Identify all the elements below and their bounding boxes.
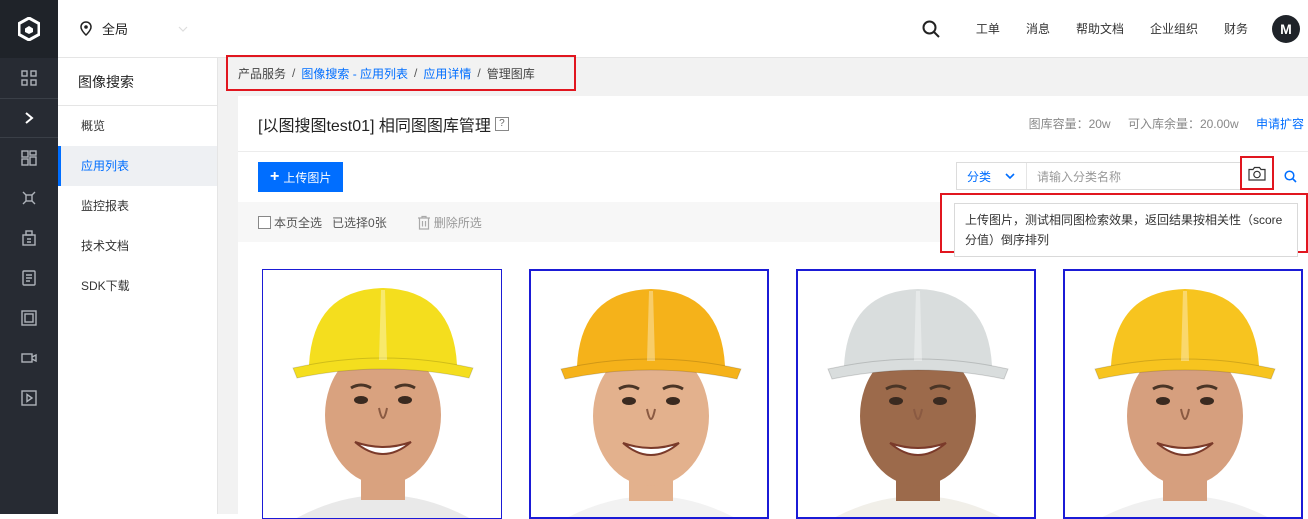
content-gutter — [218, 58, 238, 514]
sidebar-item-tech-docs[interactable]: 技术文档 — [58, 226, 217, 266]
category-select[interactable]: 分类 — [957, 163, 1027, 189]
nav-help-docs[interactable]: 帮助文档 — [1076, 20, 1124, 37]
nav-ticket[interactable]: 工单 — [976, 20, 1000, 37]
grid-icon[interactable] — [0, 58, 58, 98]
sidebar-item-app-list[interactable]: 应用列表 — [58, 146, 217, 186]
breadcrumb-separator: / — [477, 66, 480, 80]
building-icon[interactable] — [0, 218, 58, 258]
region-label: 全局 — [102, 19, 128, 38]
delete-selected-label: 删除所选 — [434, 214, 482, 231]
chevron-down-icon — [178, 26, 188, 32]
page-title: [以图搜图test01] 相同图图库管理 — [258, 112, 491, 136]
category-label: 分类 — [967, 168, 991, 185]
breadcrumb-separator: / — [292, 66, 295, 80]
camera-icon — [1248, 166, 1266, 181]
trash-icon — [417, 215, 431, 230]
tooltip-text: 上传图片，测试相同图检索效果，返回结果按相关性（score分值）倒序排列 — [954, 203, 1298, 257]
breadcrumb-separator: / — [414, 66, 417, 80]
breadcrumb-app-detail[interactable]: 应用详情 — [423, 65, 471, 82]
worker-photo — [531, 271, 769, 519]
sidebar-item-sdk-download[interactable]: SDK下载 — [58, 266, 217, 306]
category-filter: 分类 请输入分类名称 — [956, 162, 1246, 190]
upload-label: 上传图片 — [283, 169, 331, 186]
select-page-label[interactable]: 本页全选 — [274, 214, 322, 231]
location-pin-icon — [80, 21, 92, 36]
breadcrumb-current: 管理图库 — [487, 65, 535, 82]
chevron-down-icon — [1005, 173, 1015, 179]
search-icon[interactable] — [922, 20, 940, 38]
upload-image-button[interactable]: + 上传图片 — [258, 162, 343, 192]
frame-icon[interactable] — [0, 298, 58, 338]
breadcrumb: 产品服务 / 图像搜索 - 应用列表 / 应用详情 / 管理图库 — [226, 55, 576, 91]
network-icon[interactable] — [0, 178, 58, 218]
region-selector[interactable]: 全局 — [58, 19, 218, 38]
plus-icon: + — [270, 169, 279, 185]
dashboard-icon[interactable] — [0, 138, 58, 178]
sidebar-item-monitoring[interactable]: 监控报表 — [58, 186, 217, 226]
image-search-button[interactable] — [1240, 156, 1274, 190]
logo-icon[interactable] — [0, 0, 58, 58]
gallery-image-card[interactable] — [796, 269, 1036, 519]
delete-selected-button[interactable]: 删除所选 — [417, 214, 482, 231]
worker-photo — [263, 270, 502, 519]
expand-chevron-icon[interactable] — [0, 98, 58, 138]
expand-capacity-link[interactable]: 申请扩容 — [1256, 117, 1304, 131]
gallery-image-card[interactable] — [1063, 269, 1303, 519]
worker-photo — [798, 271, 1036, 519]
gallery-image-card[interactable] — [529, 269, 769, 519]
worker-photo — [1065, 271, 1303, 519]
image-search-tooltip: 上传图片，测试相同图检索效果，返回结果按相关性（score分值）倒序排列 — [940, 193, 1308, 253]
sidebar-title: 图像搜索 — [58, 58, 217, 106]
nav-finance[interactable]: 财务 — [1224, 20, 1248, 37]
search-icon — [1284, 170, 1297, 183]
play-icon[interactable] — [0, 378, 58, 418]
remaining-label: 可入库余量：20.00w — [1128, 117, 1239, 131]
nav-messages[interactable]: 消息 — [1026, 20, 1050, 37]
selected-count: 已选择0张 — [332, 214, 387, 231]
page-header: [以图搜图test01] 相同图图库管理 ? 图库容量：20w 可入库余量：20… — [238, 96, 1308, 152]
video-icon[interactable] — [0, 338, 58, 378]
breadcrumb-product-services[interactable]: 产品服务 — [238, 65, 286, 82]
product-sidebar: 图像搜索 概览 应用列表 监控报表 技术文档 SDK下载 — [58, 58, 218, 514]
breadcrumb-app-list[interactable]: 图像搜索 - 应用列表 — [301, 65, 408, 82]
icon-rail — [0, 0, 58, 514]
quota-info: 图库容量：20w 可入库余量：20.00w 申请扩容 — [1015, 115, 1304, 132]
capacity-label: 图库容量：20w — [1029, 117, 1111, 131]
nav-organization[interactable]: 企业组织 — [1150, 20, 1198, 37]
select-page-checkbox[interactable] — [258, 216, 271, 229]
avatar[interactable]: M — [1272, 15, 1300, 43]
top-bar: 全局 工单 消息 帮助文档 企业组织 财务 M — [58, 0, 1308, 58]
search-button[interactable] — [1278, 164, 1302, 188]
gallery-image-card[interactable] — [262, 269, 502, 519]
top-nav: 工单 消息 帮助文档 企业组织 财务 M — [922, 0, 1308, 58]
help-icon[interactable]: ? — [495, 117, 509, 131]
sidebar-item-overview[interactable]: 概览 — [58, 106, 217, 146]
document-icon[interactable] — [0, 258, 58, 298]
category-search-input[interactable]: 请输入分类名称 — [1027, 168, 1245, 185]
